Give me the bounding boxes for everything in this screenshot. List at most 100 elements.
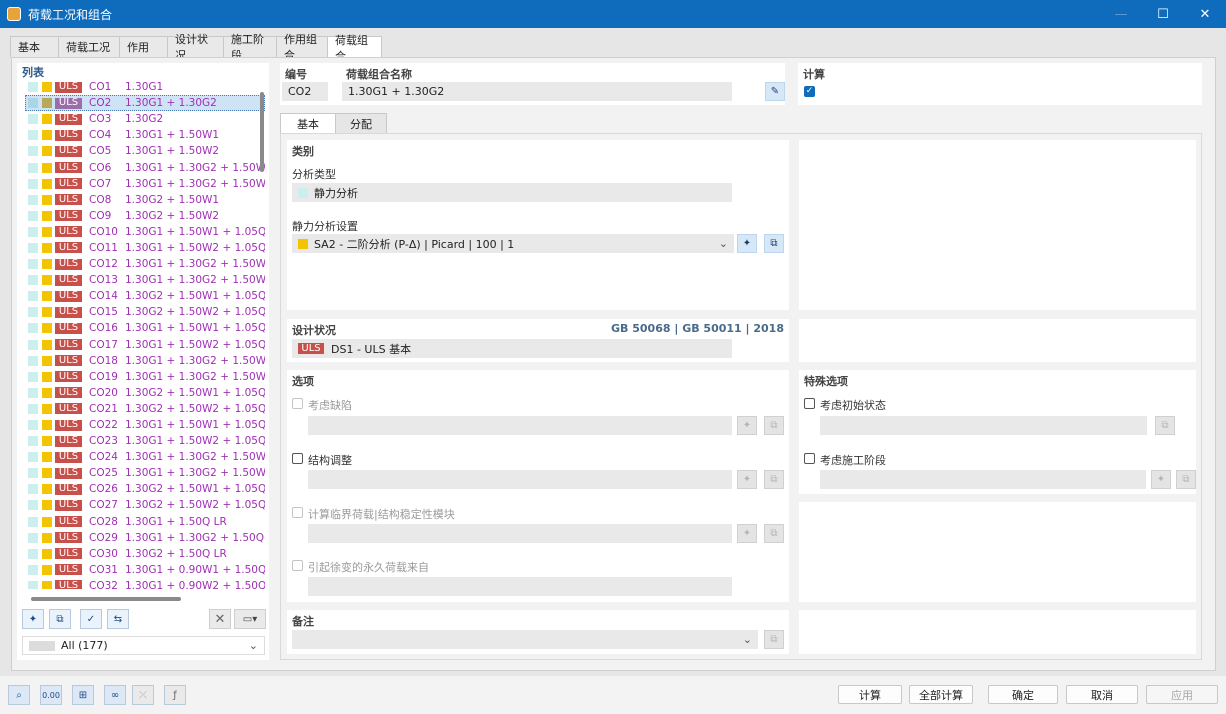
filter-select[interactable]: All (177) ⌄ — [22, 636, 265, 655]
tab-construction-stages[interactable]: 施工阶段 — [223, 33, 277, 62]
horizontal-scrollbar[interactable] — [31, 597, 181, 601]
list-item[interactable]: ULS CO31 1.30G1 + 0.90W1 + 1.50Q LR — [25, 562, 265, 578]
type-color-swatch — [28, 146, 38, 157]
list-item[interactable]: ULS CO22 1.30G1 + 1.50W1 + 1.05Q CB — [25, 417, 265, 433]
initial-state-checkbox[interactable] — [804, 398, 815, 409]
structure-modification-checkbox[interactable] — [292, 453, 303, 464]
tab-design-situations[interactable]: 设计状况 — [167, 33, 224, 62]
tab-load-cases[interactable]: 荷载工况 — [58, 36, 120, 57]
cancel-button[interactable]: 取消 — [1066, 685, 1138, 704]
list-item[interactable]: ULS CO5 1.30G1 + 1.50W2 — [25, 143, 265, 159]
formula-icon[interactable]: ƒ — [164, 685, 186, 705]
list-item[interactable]: ULS CO29 1.30G1 + 1.30G2 + 1.50Q LR — [25, 530, 265, 546]
minimize-icon[interactable]: — — [1100, 0, 1142, 28]
tab-load-combinations[interactable]: 荷载组合 — [327, 34, 382, 63]
close-icon[interactable]: ✕ — [1184, 0, 1226, 28]
tab-action-combinations[interactable]: 作用组合 — [276, 33, 328, 62]
list-item[interactable]: ULS CO25 1.30G1 + 1.30G2 + 1.50W2 + 1 — [25, 465, 265, 481]
search-icon[interactable]: ⌕ — [8, 685, 30, 705]
ok-button[interactable]: 确定 — [988, 685, 1058, 704]
tab-actions[interactable]: 作用 — [119, 36, 168, 57]
edit-setting-icon[interactable]: ⧉ — [764, 234, 784, 253]
list-item[interactable]: ULS CO15 1.30G2 + 1.50W2 + 1.05Q LR — [25, 304, 265, 320]
edit-name-icon[interactable]: ✎ — [765, 82, 785, 101]
calculate-button[interactable]: 计算 — [838, 685, 902, 704]
new-item-icon[interactable]: ✦ — [22, 609, 44, 629]
type-color-swatch — [28, 516, 38, 527]
imperfection-checkbox[interactable] — [292, 398, 303, 409]
list-item[interactable]: ULS CO11 1.30G1 + 1.50W2 + 1.05Q LR — [25, 240, 265, 256]
status-color-swatch — [42, 259, 52, 270]
name-field[interactable]: 1.30G1 + 1.30G2 — [342, 82, 732, 101]
type-color-swatch — [28, 500, 38, 511]
list-item[interactable]: ULS CO14 1.30G2 + 1.50W1 + 1.05Q LR — [25, 288, 265, 304]
list-item[interactable]: ULS CO32 1.30G1 + 0.90W2 + 1.50Q LR — [25, 578, 265, 589]
calc-checkbox[interactable]: ✓ — [804, 86, 815, 97]
list-item[interactable]: ULS CO4 1.30G1 + 1.50W1 — [25, 127, 265, 143]
list-item[interactable]: ULS CO9 1.30G2 + 1.50W2 — [25, 208, 265, 224]
list-item[interactable]: ULS CO6 1.30G1 + 1.30G2 + 1.50W1 — [25, 159, 265, 175]
list-item[interactable]: ULS CO28 1.30G1 + 1.50Q LR — [25, 514, 265, 530]
uls-badge: ULS — [55, 499, 82, 511]
settings-select[interactable]: SA2 - 二阶分析 (P-Δ) | Picard | 100 | 1 ⌄ — [292, 234, 734, 253]
list-item[interactable]: ULS CO13 1.30G1 + 1.30G2 + 1.50W2 + 1 — [25, 272, 265, 288]
list-item[interactable]: ULS CO30 1.30G2 + 1.50Q LR — [25, 546, 265, 562]
list-item[interactable]: ULS CO24 1.30G1 + 1.30G2 + 1.50W1 + 1 — [25, 449, 265, 465]
type-color-swatch — [28, 387, 38, 398]
list-item[interactable]: ULS CO10 1.30G1 + 1.50W1 + 1.05Q LR — [25, 224, 265, 240]
uncheck-icon[interactable]: ⇆ — [107, 609, 129, 629]
design-situation-field: ULS DS1 - ULS 基本 — [292, 339, 732, 358]
list-item[interactable]: ULS CO20 1.30G2 + 1.50W1 + 1.05Q LR + — [25, 385, 265, 401]
view-options-icon[interactable]: ▭▾ — [234, 609, 266, 629]
number-field[interactable]: CO2 — [282, 82, 328, 101]
combination-id: CO13 — [89, 274, 118, 287]
edit-initial-state-icon: ⧉ — [1155, 416, 1175, 435]
tab-basic[interactable]: 基本 — [10, 36, 59, 57]
list-panel: 列表 ULS CO1 1.30G1 ULS CO2 1.30G1 + 1.30G2 ULS C… — [17, 63, 269, 660]
list-item[interactable]: ULS CO21 1.30G2 + 1.50W2 + 1.05Q LR + — [25, 401, 265, 417]
list-item[interactable]: ULS CO17 1.30G1 + 1.50W2 + 1.05Q LR + — [25, 337, 265, 353]
combination-id: CO21 — [89, 402, 118, 415]
list-item[interactable]: ULS CO16 1.30G1 + 1.50W1 + 1.05Q LR + — [25, 320, 265, 336]
construction-stage-label: 考虑施工阶段 — [820, 454, 886, 467]
vertical-scrollbar[interactable] — [260, 92, 264, 172]
list-item[interactable]: ULS CO3 1.30G2 — [25, 111, 265, 127]
combination-formula: 1.30G1 + 1.30G2 + 1.50W1 + 1 — [125, 354, 265, 367]
decimal-icon[interactable]: 0.00 — [40, 685, 62, 705]
subtab-basic[interactable]: 基本 — [280, 113, 336, 133]
construction-stage-checkbox[interactable] — [804, 453, 815, 464]
copy-item-icon[interactable]: ⧉ — [49, 609, 71, 629]
calculate-all-button[interactable]: 全部计算 — [909, 685, 973, 704]
list-item[interactable]: ULS CO27 1.30G2 + 1.50W2 + 1.05Q CB — [25, 497, 265, 513]
list-item[interactable]: ULS CO19 1.30G1 + 1.30G2 + 1.50W2 + 1 — [25, 369, 265, 385]
structure-modification-field — [308, 470, 732, 489]
apply-button[interactable]: 应用 — [1146, 685, 1218, 704]
list-item[interactable]: ULS CO8 1.30G2 + 1.50W1 — [25, 192, 265, 208]
new-stage-icon: ✦ — [1151, 470, 1171, 489]
new-setting-icon[interactable]: ✦ — [737, 234, 757, 253]
list-item[interactable]: ULS CO23 1.30G1 + 1.50W2 + 1.05Q CB — [25, 433, 265, 449]
list-item[interactable]: ULS CO7 1.30G1 + 1.30G2 + 1.50W2 — [25, 176, 265, 192]
critical-load-checkbox[interactable] — [292, 507, 303, 518]
notes-input[interactable]: ⌄ — [292, 630, 758, 649]
list-item[interactable]: ULS CO12 1.30G1 + 1.30G2 + 1.50W1 + 1 — [25, 256, 265, 272]
uls-badge: ULS — [55, 371, 82, 383]
maximize-icon[interactable]: ☐ — [1142, 0, 1184, 28]
notes-edit-icon[interactable]: ⧉ — [764, 630, 784, 649]
creep-checkbox[interactable] — [292, 560, 303, 571]
uls-badge: ULS — [55, 322, 82, 334]
combination-formula: 1.30G2 + 1.50W2 + 1.05Q LR — [125, 306, 265, 319]
list-item[interactable]: ULS CO1 1.30G1 — [25, 79, 265, 95]
check-all-icon[interactable]: ✓ — [80, 609, 102, 629]
combination-list[interactable]: ULS CO1 1.30G1 ULS CO2 1.30G1 + 1.30G2 ULS CO3 1… — [25, 79, 265, 589]
delete-icon[interactable]: ✕ — [209, 609, 231, 629]
list-item[interactable]: ULS CO18 1.30G1 + 1.30G2 + 1.50W1 + 1 — [25, 353, 265, 369]
edit-modification-icon: ⧉ — [764, 470, 784, 489]
list-item[interactable]: ULS CO2 1.30G1 + 1.30G2 — [25, 95, 265, 112]
units-icon[interactable]: ⊞ — [72, 685, 94, 705]
combination-id: CO31 — [89, 563, 118, 576]
combination-formula: 1.30G1 + 1.50W1 — [125, 129, 220, 142]
link-icon[interactable]: ∞ — [104, 685, 126, 705]
list-item[interactable]: ULS CO26 1.30G2 + 1.50W1 + 1.05Q CB — [25, 481, 265, 497]
subtab-assignment[interactable]: 分配 — [335, 113, 387, 133]
